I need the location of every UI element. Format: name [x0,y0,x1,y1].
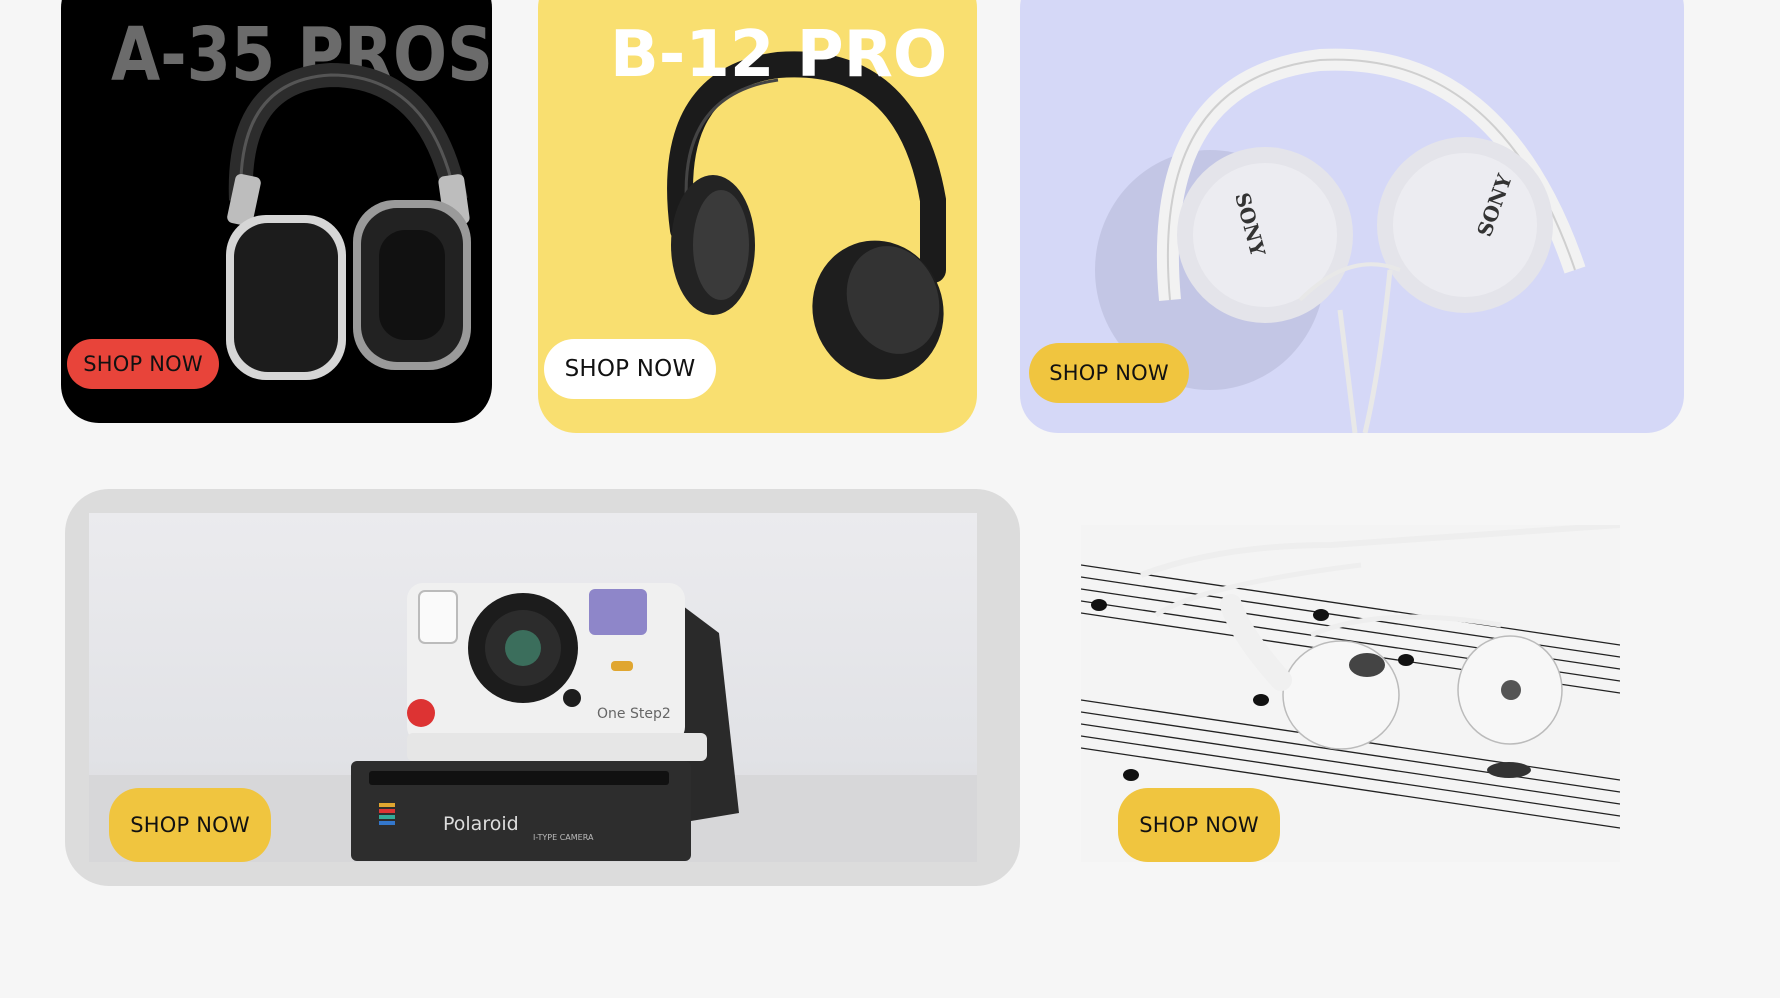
camera-type-label: I-TYPE CAMERA [533,833,594,842]
product-card-b12[interactable]: B-12 PRO SHOP NOW [538,0,977,433]
shop-now-button[interactable]: SHOP NOW [67,339,219,389]
product-card-earbuds[interactable]: SHOP NOW [1081,525,1620,862]
camera-model-label: One Step2 [597,706,671,722]
product-title: B-12 PRO [610,18,948,92]
product-card-polaroid-camera[interactable]: One Step2 Polaroid I-TYPE CAMERA SHOP NO… [65,489,1020,886]
shop-now-button[interactable]: SHOP NOW [544,339,716,399]
product-card-a35[interactable]: A-35 PROS SHOP NOW [61,0,492,423]
product-card-sony-headphones[interactable]: SONY SONY SHOP NOW [1020,0,1684,433]
camera-brand-label: Polaroid [443,813,519,835]
shop-now-button[interactable]: SHOP NOW [109,788,271,862]
shop-now-button[interactable]: SHOP NOW [1029,343,1189,403]
shop-now-button[interactable]: SHOP NOW [1118,788,1280,862]
